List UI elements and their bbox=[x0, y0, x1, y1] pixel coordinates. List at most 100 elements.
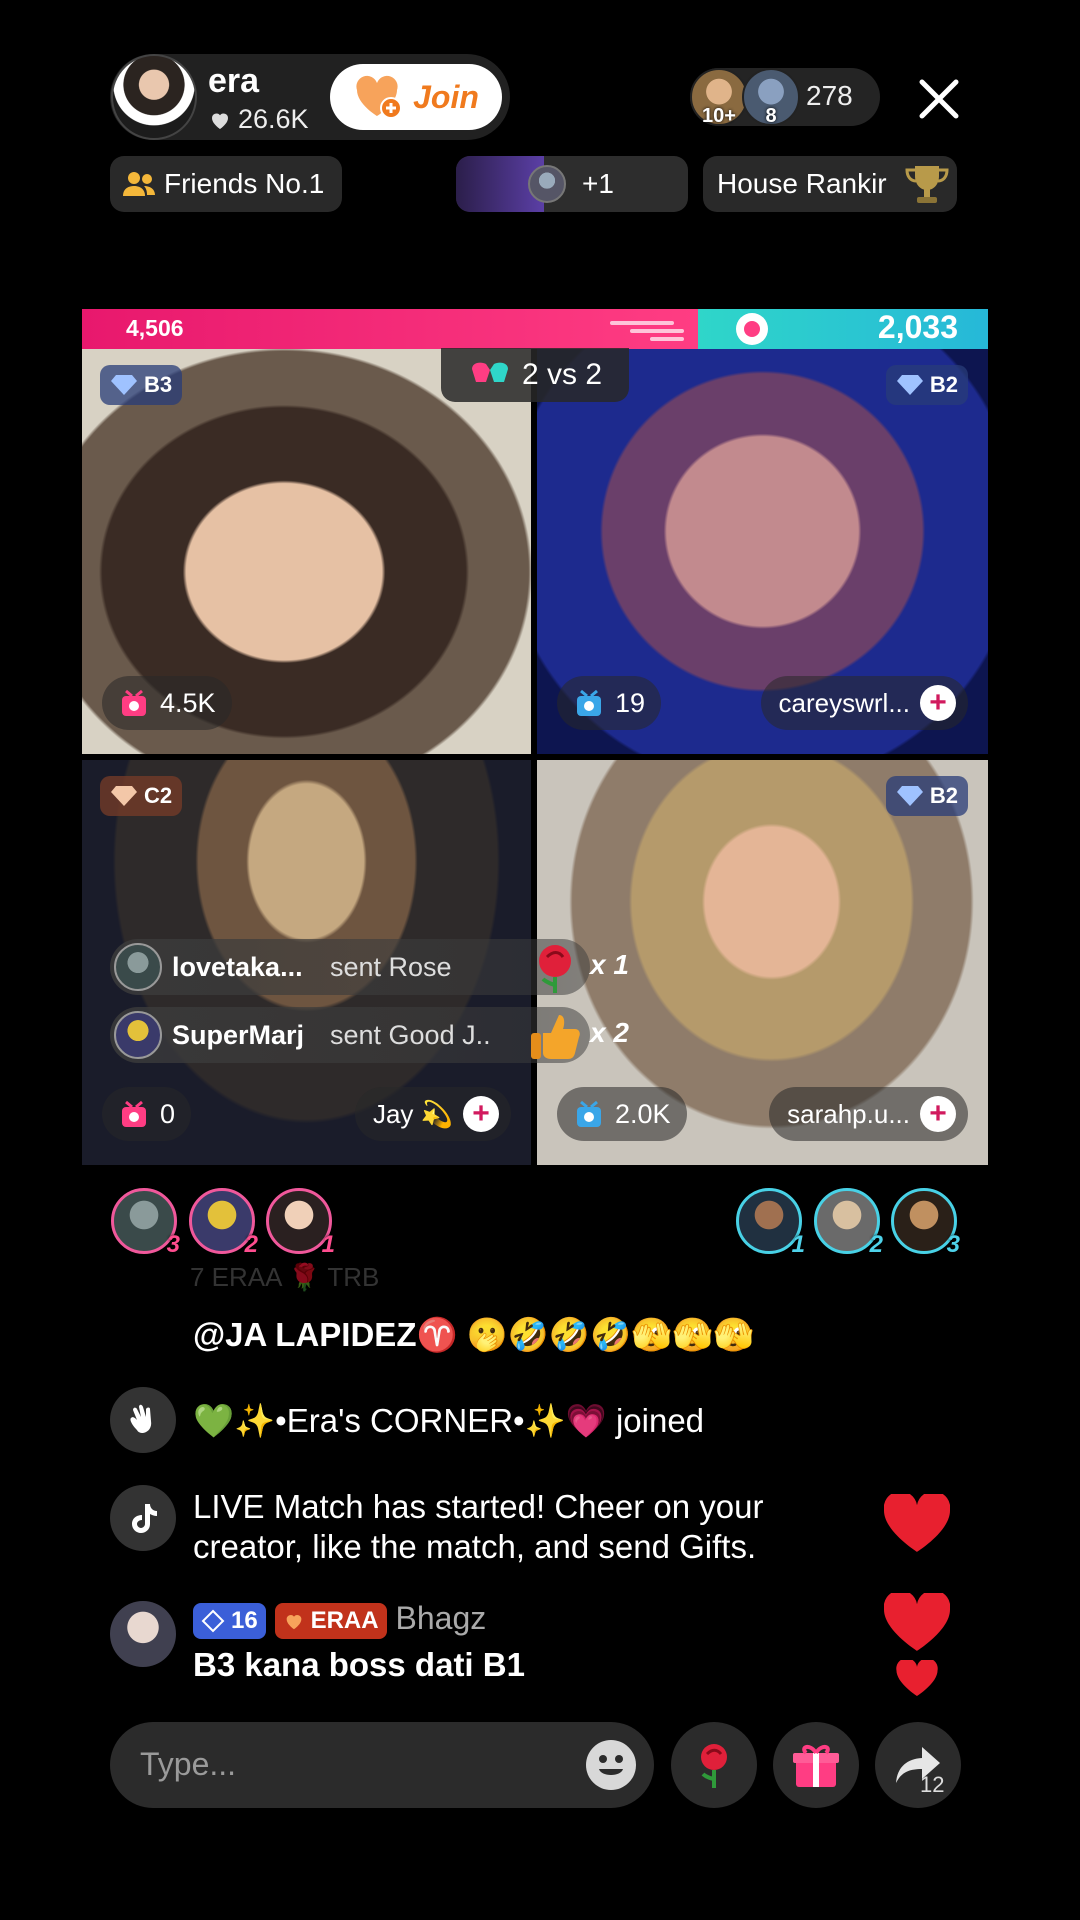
gift-notification: lovetaka... sent Rose x 1 bbox=[110, 939, 629, 995]
left-top-supporter[interactable]: 3 bbox=[111, 1188, 180, 1258]
friends-ranking-pill[interactable]: Friends No.1 bbox=[110, 156, 342, 212]
right-top-supporter[interactable]: 3 bbox=[891, 1188, 960, 1258]
right-top-supporter[interactable]: 1 bbox=[736, 1188, 805, 1258]
gifter-avatar bbox=[114, 1011, 162, 1059]
chat-user-avatar[interactable] bbox=[110, 1601, 176, 1667]
team-right-score: 2,033 bbox=[877, 309, 958, 345]
co-host-avatar bbox=[528, 165, 566, 203]
rank-label: B2 bbox=[929, 372, 958, 397]
follow-plus-icon[interactable]: + bbox=[920, 1096, 956, 1132]
heart-icon bbox=[212, 113, 228, 129]
guest-name-chip[interactable]: sarahp.u... + bbox=[769, 1087, 968, 1141]
fan-heart-icon bbox=[286, 1614, 301, 1629]
guest-video-1[interactable]: B3 4.5K bbox=[82, 349, 531, 754]
share-button[interactable] bbox=[875, 1722, 961, 1808]
viewer-count[interactable]: 278 bbox=[806, 80, 853, 112]
guest-name-chip[interactable]: careyswrl... + bbox=[760, 676, 968, 730]
gift-multiplier: x 1 bbox=[590, 949, 629, 980]
vs-label: 2 vs 2 bbox=[521, 358, 603, 391]
battle-score-bar: 4,506 2,033 bbox=[82, 309, 988, 349]
supporter-rank: 3 bbox=[166, 1231, 180, 1258]
gifter-name: SuperMarj bbox=[172, 1019, 305, 1050]
system-avatar bbox=[110, 1485, 176, 1551]
people-icon bbox=[123, 172, 155, 196]
rank-badge: B3 bbox=[100, 365, 183, 405]
team-left-score: 4,506 bbox=[126, 315, 184, 341]
gift-box-pink-icon bbox=[122, 1100, 146, 1127]
left-top-supporter[interactable]: 2 bbox=[189, 1188, 258, 1258]
join-notice-avatar bbox=[110, 1387, 176, 1453]
chat-user-name[interactable]: Bhagz bbox=[396, 1600, 487, 1636]
fan-club-name: ERAA bbox=[310, 1606, 379, 1634]
score-value: 19 bbox=[615, 687, 646, 718]
score-chip[interactable]: 0 bbox=[102, 1087, 192, 1141]
close-icon[interactable] bbox=[912, 72, 966, 126]
like-heart-icon bbox=[896, 1660, 938, 1696]
top-viewer-avatar[interactable]: 10+ bbox=[690, 68, 748, 127]
gifter-avatar bbox=[114, 943, 162, 991]
rank-badge: B2 bbox=[885, 776, 968, 816]
supporter-rank: 1 bbox=[321, 1231, 335, 1258]
host-likes: 26.6K bbox=[208, 104, 309, 135]
gift-multiplier: x 2 bbox=[590, 1017, 629, 1048]
system-message-line-2: creator, like the match, and send Gifts. bbox=[193, 1528, 757, 1565]
friends-label: Friends No.1 bbox=[164, 168, 325, 199]
follow-plus-icon[interactable]: + bbox=[920, 685, 956, 721]
rose-gift-button[interactable] bbox=[671, 1722, 757, 1808]
left-top-supporter[interactable]: 1 bbox=[266, 1188, 335, 1258]
gift-box-blue-icon bbox=[577, 689, 601, 716]
rank-label: B3 bbox=[144, 372, 173, 397]
score-chip[interactable]: 19 bbox=[557, 676, 662, 730]
guest-name: Jay 💫 bbox=[372, 1098, 453, 1129]
gift-icon bbox=[793, 1745, 839, 1787]
co-host-pill[interactable]: +1 bbox=[456, 156, 688, 212]
comment-placeholder: Type... bbox=[140, 1746, 237, 1782]
gift-notification: SuperMarj sent Good J... x 2 bbox=[110, 1007, 629, 1063]
guest-name-chip[interactable]: Jay 💫 + bbox=[354, 1087, 511, 1141]
top-viewer-avatar[interactable]: 8 bbox=[742, 68, 800, 127]
follow-plus-icon[interactable]: + bbox=[463, 1096, 499, 1132]
viewer-badge: 8 bbox=[765, 105, 777, 127]
vs-indicator: 2 vs 2 bbox=[441, 348, 629, 402]
comet-icon bbox=[610, 313, 768, 345]
guest-name: sarahp.u... bbox=[787, 1098, 910, 1129]
like-heart-icon bbox=[884, 1494, 950, 1552]
user-level: 16 bbox=[231, 1606, 258, 1634]
gift-action: sent Rose bbox=[330, 951, 452, 982]
house-ranking-pill[interactable]: House Rankir bbox=[703, 156, 957, 212]
fan-club-badge: ERAA bbox=[274, 1602, 387, 1639]
guest-video-2[interactable]: B2 19 careyswrl... + bbox=[537, 349, 988, 754]
guest-name: careyswrl... bbox=[778, 687, 910, 718]
chat-user-header: 16 ERAA Bhagz bbox=[193, 1600, 486, 1639]
score-value: 0 bbox=[160, 1098, 176, 1129]
score-value: 4.5K bbox=[160, 687, 216, 718]
viewer-badge: 10+ bbox=[702, 105, 736, 127]
diamond-icon bbox=[896, 375, 923, 395]
join-notice: 💚✨•Era's CORNER•✨💗 joined bbox=[193, 1402, 705, 1439]
diamond-icon bbox=[201, 1609, 225, 1632]
score-chip[interactable]: 4.5K bbox=[102, 676, 232, 730]
right-top-supporter[interactable]: 2 bbox=[814, 1188, 883, 1258]
co-host-count: +1 bbox=[582, 168, 614, 199]
emoji-icon[interactable] bbox=[584, 1738, 638, 1792]
join-button[interactable]: Join bbox=[330, 64, 502, 130]
host-avatar[interactable] bbox=[111, 54, 197, 140]
join-label: Join bbox=[413, 78, 479, 115]
supporter-rank: 1 bbox=[791, 1231, 805, 1258]
host-likes-count: 26.6K bbox=[238, 104, 309, 134]
gift-button[interactable] bbox=[773, 1722, 859, 1808]
supporter-rank: 2 bbox=[244, 1231, 258, 1258]
user-level-badge: 16 bbox=[193, 1602, 266, 1639]
score-chip[interactable]: 2.0K bbox=[557, 1087, 687, 1141]
rose-icon bbox=[539, 945, 571, 993]
chat-faded-line: 7 ERAA 🌹 TRB bbox=[190, 1262, 380, 1292]
system-message-line-1: LIVE Match has started! Cheer on your bbox=[193, 1488, 764, 1525]
trophy-icon bbox=[905, 166, 949, 203]
heart-plus-icon bbox=[356, 75, 403, 119]
gift-box-blue-icon bbox=[577, 1100, 601, 1127]
supporter-rank: 2 bbox=[869, 1231, 883, 1258]
like-heart-icon bbox=[884, 1593, 950, 1651]
thumbs-up-icon bbox=[531, 1015, 580, 1059]
host-name: era bbox=[208, 62, 260, 100]
boxing-gloves-icon bbox=[471, 362, 508, 382]
